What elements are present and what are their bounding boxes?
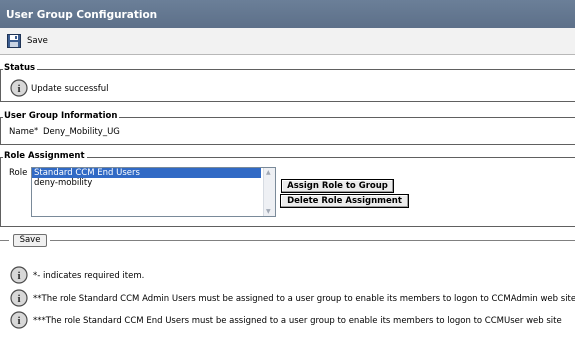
status-section-border: [0, 69, 575, 70]
info-icon: i: [10, 289, 28, 307]
note-required: *- indicates required item.: [33, 271, 145, 281]
name-value: Deny_Mobility_UG: [43, 127, 120, 137]
required-marker: *: [34, 126, 39, 135]
role-listbox[interactable]: Standard CCM End Users deny-mobility ▲ ▼: [31, 167, 276, 217]
name-label: Name*: [9, 126, 39, 138]
status-message: Update successful: [31, 84, 109, 94]
role-option-deny-mobility[interactable]: deny-mobility: [32, 178, 275, 188]
info-icon: i: [10, 79, 28, 97]
delete-role-assignment-button[interactable]: Delete Role Assignment: [280, 194, 409, 208]
svg-text:i: i: [17, 293, 20, 305]
svg-text:i: i: [17, 83, 20, 95]
info-icon: i: [10, 266, 28, 284]
floppy-disk-icon: [7, 34, 21, 48]
user-group-info-legend: User Group Information: [3, 111, 120, 122]
page-title: User Group Configuration: [0, 0, 575, 28]
svg-text:i: i: [17, 270, 20, 282]
note-end-user-role: ***The role Standard CCM End Users must …: [33, 316, 562, 326]
note-admin-role: **The role Standard CCM Admin Users must…: [33, 294, 575, 304]
assign-role-button[interactable]: Assign Role to Group: [281, 179, 394, 193]
scroll-down-icon[interactable]: ▼: [266, 208, 271, 215]
info-icon: i: [10, 311, 28, 329]
role-label: Role: [9, 168, 28, 178]
role-assignment-legend: Role Assignment: [3, 151, 87, 162]
save-label: Save: [27, 36, 48, 46]
toolbar-divider: [0, 54, 575, 55]
svg-text:i: i: [17, 315, 20, 327]
status-legend: Status: [3, 63, 38, 74]
toolbar: Save: [0, 28, 575, 54]
role-option-standard-ccm-end-users[interactable]: Standard CCM End Users: [32, 168, 261, 178]
save-button[interactable]: Save: [7, 34, 48, 48]
listbox-scrollbar[interactable]: ▲ ▼: [263, 168, 275, 216]
footer-save-button[interactable]: Save: [13, 234, 47, 247]
footer-divider-right: [50, 240, 575, 241]
footer-divider-left: [0, 240, 9, 241]
scroll-up-icon[interactable]: ▲: [266, 169, 271, 176]
